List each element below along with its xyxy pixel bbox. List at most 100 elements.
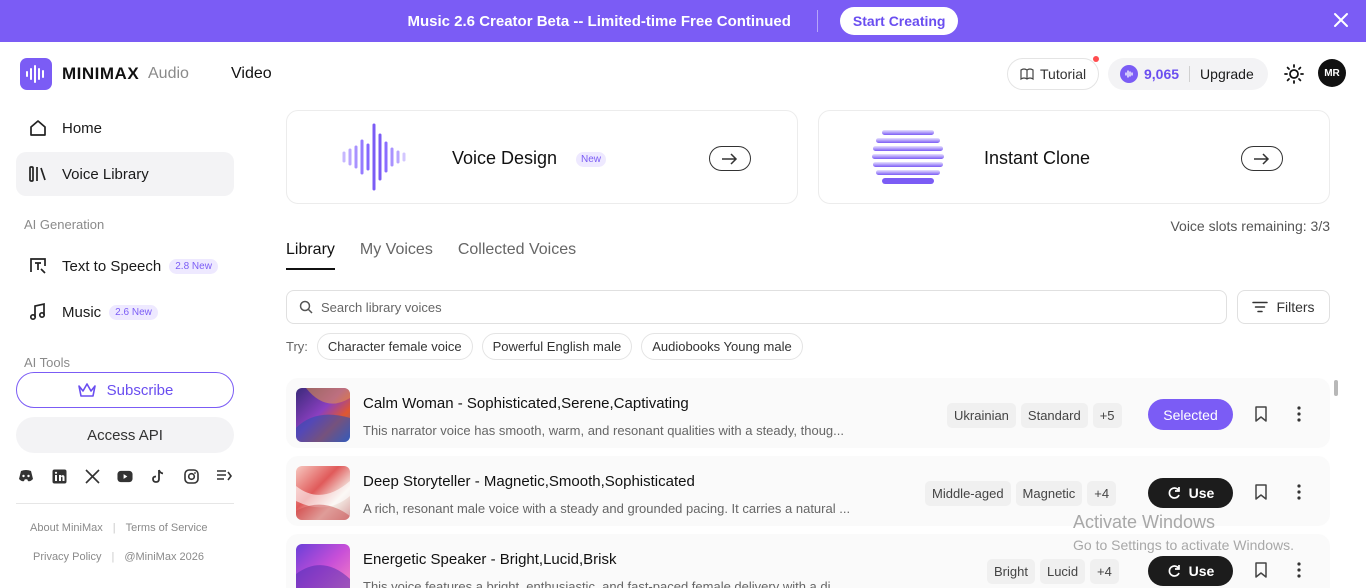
voice-tag: Bright — [987, 559, 1035, 584]
filters-label: Filters — [1276, 299, 1315, 315]
more-options-icon[interactable] — [1290, 405, 1308, 423]
sidebar-item-voice-library[interactable]: Voice Library — [16, 152, 234, 196]
sidebar-item-text-to-speech[interactable]: Text to Speech 2.8 New — [16, 244, 234, 288]
library-tabs: Library My Voices Collected Voices — [286, 241, 576, 270]
copyright-text: @MiniMax 2026 — [124, 551, 204, 563]
start-creating-button[interactable]: Start Creating — [839, 7, 959, 35]
tab-my-voices[interactable]: My Voices — [360, 241, 433, 270]
search-icon — [299, 300, 313, 314]
upgrade-button[interactable]: Upgrade — [1200, 66, 1254, 82]
voice-description: A rich, resonant male voice with a stead… — [363, 501, 851, 516]
section-ai-generation: AI Generation — [24, 217, 105, 232]
sidebar-item-label: Text to Speech — [62, 257, 162, 275]
tutorial-label: Tutorial — [1040, 66, 1087, 82]
subscribe-button[interactable]: Subscribe — [16, 372, 234, 408]
instagram-icon[interactable] — [183, 468, 199, 484]
credits-count: 9,065 — [1144, 66, 1180, 82]
voice-tag: Middle-aged — [925, 481, 1011, 506]
x-icon[interactable] — [84, 468, 100, 484]
section-ai-tools: AI Tools — [24, 355, 71, 370]
new-badge: 2.8 New — [169, 258, 218, 274]
filter-icon — [1252, 301, 1269, 313]
voice-tag-more[interactable]: +5 — [1092, 403, 1122, 428]
arrow-right-icon[interactable] — [709, 146, 751, 171]
selected-button[interactable]: Selected — [1148, 399, 1233, 430]
voice-thumbnail[interactable] — [296, 544, 350, 588]
sidebar-item-home[interactable]: Home — [16, 106, 234, 150]
access-api-button[interactable]: Access API — [16, 417, 234, 453]
subscribe-label: Subscribe — [106, 381, 174, 399]
top-header: MINIMAX Audio Video Tutorial 9,065 Upgra… — [0, 42, 1366, 106]
voice-tag-more[interactable]: +4 — [1090, 559, 1119, 584]
sidebar: Home Voice Library AI Generation Text to… — [0, 106, 250, 588]
more-options-icon[interactable] — [1290, 561, 1308, 579]
refresh-icon — [1168, 487, 1180, 499]
voice-thumbnail[interactable] — [296, 388, 350, 442]
voice-design-card[interactable]: Voice Design New — [286, 110, 798, 204]
footer-links-row-1: About MiniMax | Terms of Service — [30, 522, 208, 534]
list-scrollbar[interactable] — [1334, 380, 1338, 396]
sidebar-divider — [16, 503, 234, 504]
suggestion-chip[interactable]: Powerful English male — [481, 333, 633, 360]
social-links — [18, 468, 232, 484]
minimax-logo-icon[interactable] — [20, 58, 52, 90]
footer-separator: | — [112, 522, 116, 534]
sidebar-item-label: Voice Library — [62, 165, 149, 183]
terms-link[interactable]: Terms of Service — [126, 522, 208, 534]
voice-tag: Lucid — [1039, 559, 1086, 584]
use-label: Use — [1188, 485, 1215, 501]
close-icon[interactable] — [1332, 11, 1350, 29]
search-bar[interactable] — [286, 290, 1227, 324]
text-to-speech-icon — [30, 258, 46, 274]
library-icon — [29, 166, 46, 182]
credits-upgrade-pill[interactable]: 9,065 Upgrade — [1108, 58, 1268, 90]
nav-video-link[interactable]: Video — [231, 65, 272, 83]
crown-icon — [77, 383, 96, 397]
voice-thumbnail[interactable] — [296, 466, 350, 520]
more-options-icon[interactable] — [1290, 483, 1308, 501]
new-badge: 2.6 New — [109, 304, 158, 320]
tutorial-button[interactable]: Tutorial — [1007, 58, 1100, 90]
bookmark-icon[interactable] — [1252, 405, 1270, 423]
search-input[interactable] — [321, 299, 1201, 315]
user-avatar[interactable]: MR — [1318, 59, 1346, 87]
sidebar-item-music[interactable]: Music 2.6 New — [16, 290, 234, 334]
voice-tag-more[interactable]: +4 — [1087, 481, 1117, 506]
voice-row[interactable]: Calm Woman - Sophisticated,Serene,Captiv… — [286, 378, 1330, 448]
suggestion-chip[interactable]: Character female voice — [316, 333, 473, 360]
discord-icon[interactable] — [18, 468, 34, 484]
use-label: Use — [1188, 563, 1215, 579]
voice-tags: Middle-aged Magnetic +4 — [925, 481, 1117, 506]
arrow-right-icon[interactable] — [1241, 146, 1283, 171]
activate-windows-watermark: Activate Windows Go to Settings to activ… — [1073, 512, 1294, 553]
instant-clone-card[interactable]: Instant Clone — [818, 110, 1330, 204]
credits-divider — [1189, 66, 1191, 82]
watermark-subtitle: Go to Settings to activate Windows. — [1073, 537, 1294, 553]
sidebar-item-label: Home — [62, 119, 103, 137]
theme-toggle-sun-icon[interactable] — [1284, 64, 1304, 84]
watermark-title: Activate Windows — [1073, 512, 1216, 532]
voice-tag: Standard — [1020, 403, 1088, 428]
voice-tags: Bright Lucid +4 — [987, 559, 1119, 584]
privacy-link[interactable]: Privacy Policy — [33, 551, 101, 563]
banner-text: Music 2.6 Creator Beta -- Limited-time F… — [407, 12, 791, 30]
use-voice-button[interactable]: Use — [1148, 478, 1233, 508]
tab-library[interactable]: Library — [286, 241, 335, 270]
brand-audio-label: Audio — [148, 65, 189, 82]
voice-tags: Ukrainian Standard +5 — [947, 403, 1122, 428]
suggestion-chip[interactable]: Audiobooks Young male — [641, 333, 803, 360]
bookmark-icon[interactable] — [1252, 561, 1270, 579]
sidebar-item-label: Music — [62, 303, 102, 321]
bookmark-icon[interactable] — [1252, 483, 1270, 501]
rednote-icon[interactable] — [216, 468, 232, 484]
about-link[interactable]: About MiniMax — [30, 522, 103, 534]
tab-collected-voices[interactable]: Collected Voices — [458, 241, 576, 270]
try-label: Try: — [286, 339, 308, 354]
linkedin-icon[interactable] — [51, 468, 67, 484]
youtube-icon[interactable] — [117, 468, 133, 484]
brand-name[interactable]: MINIMAX — [62, 64, 139, 84]
filters-button[interactable]: Filters — [1237, 290, 1330, 324]
voice-name: Energetic Speaker - Bright,Lucid,Brisk — [363, 551, 617, 568]
use-voice-button[interactable]: Use — [1148, 556, 1233, 586]
tiktok-icon[interactable] — [150, 468, 166, 484]
